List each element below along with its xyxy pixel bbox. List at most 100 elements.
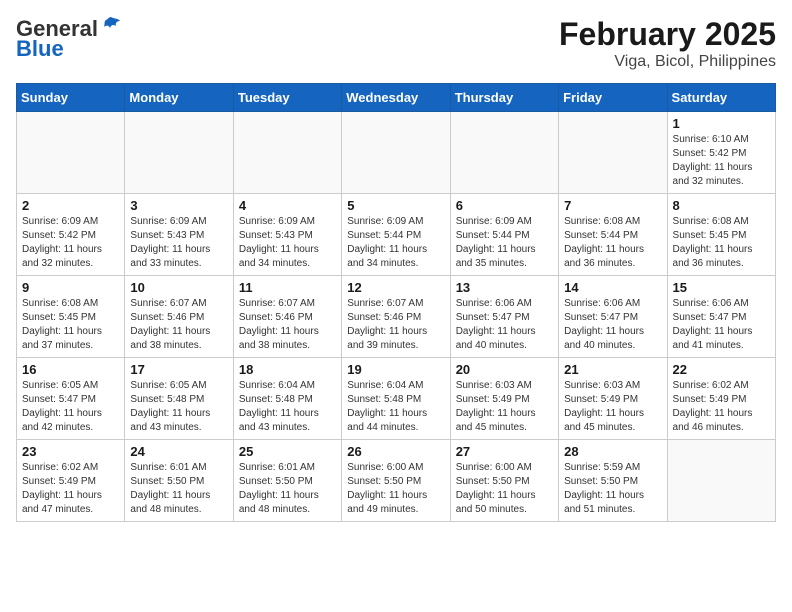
day-info: Sunrise: 6:00 AM Sunset: 5:50 PM Dayligh… [347, 461, 444, 517]
logo-bird-icon [100, 15, 122, 37]
calendar-cell: 7 Sunrise: 6:08 AM Sunset: 5:44 PM Daylig… [559, 194, 667, 276]
calendar-week-2: 2 Sunrise: 6:09 AM Sunset: 5:42 PM Daylig… [17, 194, 776, 276]
col-saturday: Saturday [667, 84, 775, 112]
calendar-week-5: 23 Sunrise: 6:02 AM Sunset: 5:49 PM Dayli… [17, 440, 776, 522]
day-number: 23 [22, 444, 119, 459]
day-info: Sunrise: 6:01 AM Sunset: 5:50 PM Dayligh… [239, 461, 336, 517]
day-number: 9 [22, 280, 119, 295]
main-title: February 2025 [559, 16, 776, 53]
calendar-cell: 24Sunrise: 6:01 AM Sunset: 5:50 PM Dayli… [125, 440, 233, 522]
day-info: Sunrise: 6:03 AM Sunset: 5:49 PM Dayligh… [456, 379, 553, 435]
calendar-cell: 9 Sunrise: 6:08 AM Sunset: 5:45 PM Daylig… [17, 276, 125, 358]
day-number: 25 [239, 444, 336, 459]
calendar-cell: 12Sunrise: 6:07 AM Sunset: 5:46 PM Dayli… [342, 276, 450, 358]
day-info: Sunrise: 6:07 AM Sunset: 5:46 PM Dayligh… [130, 297, 227, 353]
calendar-cell [450, 112, 558, 194]
day-info: Sunrise: 5:59 AM Sunset: 5:50 PM Dayligh… [564, 461, 661, 517]
day-number: 6 [456, 198, 553, 213]
calendar-cell: 19 Sunrise: 6:04 AM Sunset: 5:48 PM Dayli… [342, 358, 450, 440]
day-info: Sunrise: 6:02 AM Sunset: 5:49 PM Dayligh… [673, 379, 770, 435]
calendar-cell: 14 Sunrise: 6:06 AM Sunset: 5:47 PM Dayli… [559, 276, 667, 358]
day-info: Sunrise: 6:03 AM Sunset: 5:49 PM Dayligh… [564, 379, 661, 435]
calendar-cell: 3 Sunrise: 6:09 AM Sunset: 5:43 PM Daylig… [125, 194, 233, 276]
page-header: General Blue February 2025 Viga, Bicol, … [16, 16, 776, 71]
day-number: 14 [564, 280, 661, 295]
subtitle: Viga, Bicol, Philippines [559, 53, 776, 71]
day-number: 13 [456, 280, 553, 295]
col-monday: Monday [125, 84, 233, 112]
day-info: Sunrise: 6:06 AM Sunset: 5:47 PM Dayligh… [456, 297, 553, 353]
day-info: Sunrise: 6:10 AM Sunset: 5:42 PM Dayligh… [673, 133, 770, 189]
calendar-cell: 28Sunrise: 5:59 AM Sunset: 5:50 PM Dayli… [559, 440, 667, 522]
day-number: 21 [564, 362, 661, 377]
calendar-table: Sunday Monday Tuesday Wednesday Thursday… [16, 83, 776, 522]
calendar-cell: 15 Sunrise: 6:06 AM Sunset: 5:47 PM Dayli… [667, 276, 775, 358]
day-number: 4 [239, 198, 336, 213]
day-number: 26 [347, 444, 444, 459]
calendar-cell: 2 Sunrise: 6:09 AM Sunset: 5:42 PM Daylig… [17, 194, 125, 276]
calendar-cell [17, 112, 125, 194]
day-number: 20 [456, 362, 553, 377]
calendar-cell: 25 Sunrise: 6:01 AM Sunset: 5:50 PM Dayli… [233, 440, 341, 522]
col-sunday: Sunday [17, 84, 125, 112]
calendar-week-3: 9 Sunrise: 6:08 AM Sunset: 5:45 PM Daylig… [17, 276, 776, 358]
calendar-cell [559, 112, 667, 194]
day-info: Sunrise: 6:02 AM Sunset: 5:49 PM Dayligh… [22, 461, 119, 517]
day-number: 1 [673, 116, 770, 131]
calendar-cell: 27 Sunrise: 6:00 AM Sunset: 5:50 PM Dayli… [450, 440, 558, 522]
day-number: 27 [456, 444, 553, 459]
calendar-week-1: 1 Sunrise: 6:10 AM Sunset: 5:42 PM Daylig… [17, 112, 776, 194]
calendar-cell: 22 Sunrise: 6:02 AM Sunset: 5:49 PM Dayli… [667, 358, 775, 440]
day-number: 7 [564, 198, 661, 213]
day-number: 24 [130, 444, 227, 459]
day-number: 15 [673, 280, 770, 295]
day-number: 2 [22, 198, 119, 213]
logo: General Blue [16, 16, 122, 62]
day-number: 22 [673, 362, 770, 377]
title-block: February 2025 Viga, Bicol, Philippines [559, 16, 776, 71]
calendar-cell: 11Sunrise: 6:07 AM Sunset: 5:46 PM Dayli… [233, 276, 341, 358]
day-number: 19 [347, 362, 444, 377]
day-info: Sunrise: 6:09 AM Sunset: 5:43 PM Dayligh… [130, 215, 227, 271]
day-number: 8 [673, 198, 770, 213]
calendar-cell: 4 Sunrise: 6:09 AM Sunset: 5:43 PM Daylig… [233, 194, 341, 276]
day-info: Sunrise: 6:06 AM Sunset: 5:47 PM Dayligh… [564, 297, 661, 353]
col-wednesday: Wednesday [342, 84, 450, 112]
calendar-cell: 26 Sunrise: 6:00 AM Sunset: 5:50 PM Dayli… [342, 440, 450, 522]
day-info: Sunrise: 6:08 AM Sunset: 5:44 PM Dayligh… [564, 215, 661, 271]
day-info: Sunrise: 6:04 AM Sunset: 5:48 PM Dayligh… [239, 379, 336, 435]
calendar-cell [667, 440, 775, 522]
calendar-cell: 23 Sunrise: 6:02 AM Sunset: 5:49 PM Dayli… [17, 440, 125, 522]
calendar-cell: 16Sunrise: 6:05 AM Sunset: 5:47 PM Dayli… [17, 358, 125, 440]
calendar-cell [342, 112, 450, 194]
day-number: 17 [130, 362, 227, 377]
day-info: Sunrise: 6:00 AM Sunset: 5:50 PM Dayligh… [456, 461, 553, 517]
day-number: 16 [22, 362, 119, 377]
calendar-cell: 13 Sunrise: 6:06 AM Sunset: 5:47 PM Dayli… [450, 276, 558, 358]
calendar-cell [233, 112, 341, 194]
calendar-cell: 17 Sunrise: 6:05 AM Sunset: 5:48 PM Dayli… [125, 358, 233, 440]
day-info: Sunrise: 6:09 AM Sunset: 5:44 PM Dayligh… [347, 215, 444, 271]
col-friday: Friday [559, 84, 667, 112]
calendar-cell: 6 Sunrise: 6:09 AM Sunset: 5:44 PM Daylig… [450, 194, 558, 276]
col-tuesday: Tuesday [233, 84, 341, 112]
day-info: Sunrise: 6:09 AM Sunset: 5:44 PM Dayligh… [456, 215, 553, 271]
day-info: Sunrise: 6:09 AM Sunset: 5:42 PM Dayligh… [22, 215, 119, 271]
calendar-cell: 10 Sunrise: 6:07 AM Sunset: 5:46 PM Dayli… [125, 276, 233, 358]
day-info: Sunrise: 6:08 AM Sunset: 5:45 PM Dayligh… [673, 215, 770, 271]
day-info: Sunrise: 6:08 AM Sunset: 5:45 PM Dayligh… [22, 297, 119, 353]
day-info: Sunrise: 6:09 AM Sunset: 5:43 PM Dayligh… [239, 215, 336, 271]
calendar-cell [125, 112, 233, 194]
calendar-week-4: 16Sunrise: 6:05 AM Sunset: 5:47 PM Dayli… [17, 358, 776, 440]
day-info: Sunrise: 6:05 AM Sunset: 5:48 PM Dayligh… [130, 379, 227, 435]
day-info: Sunrise: 6:07 AM Sunset: 5:46 PM Dayligh… [347, 297, 444, 353]
day-number: 18 [239, 362, 336, 377]
day-number: 5 [347, 198, 444, 213]
day-info: Sunrise: 6:06 AM Sunset: 5:47 PM Dayligh… [673, 297, 770, 353]
calendar-cell: 21 Sunrise: 6:03 AM Sunset: 5:49 PM Dayli… [559, 358, 667, 440]
day-number: 3 [130, 198, 227, 213]
day-info: Sunrise: 6:07 AM Sunset: 5:46 PM Dayligh… [239, 297, 336, 353]
day-number: 10 [130, 280, 227, 295]
calendar-header-row: Sunday Monday Tuesday Wednesday Thursday… [17, 84, 776, 112]
day-info: Sunrise: 6:04 AM Sunset: 5:48 PM Dayligh… [347, 379, 444, 435]
